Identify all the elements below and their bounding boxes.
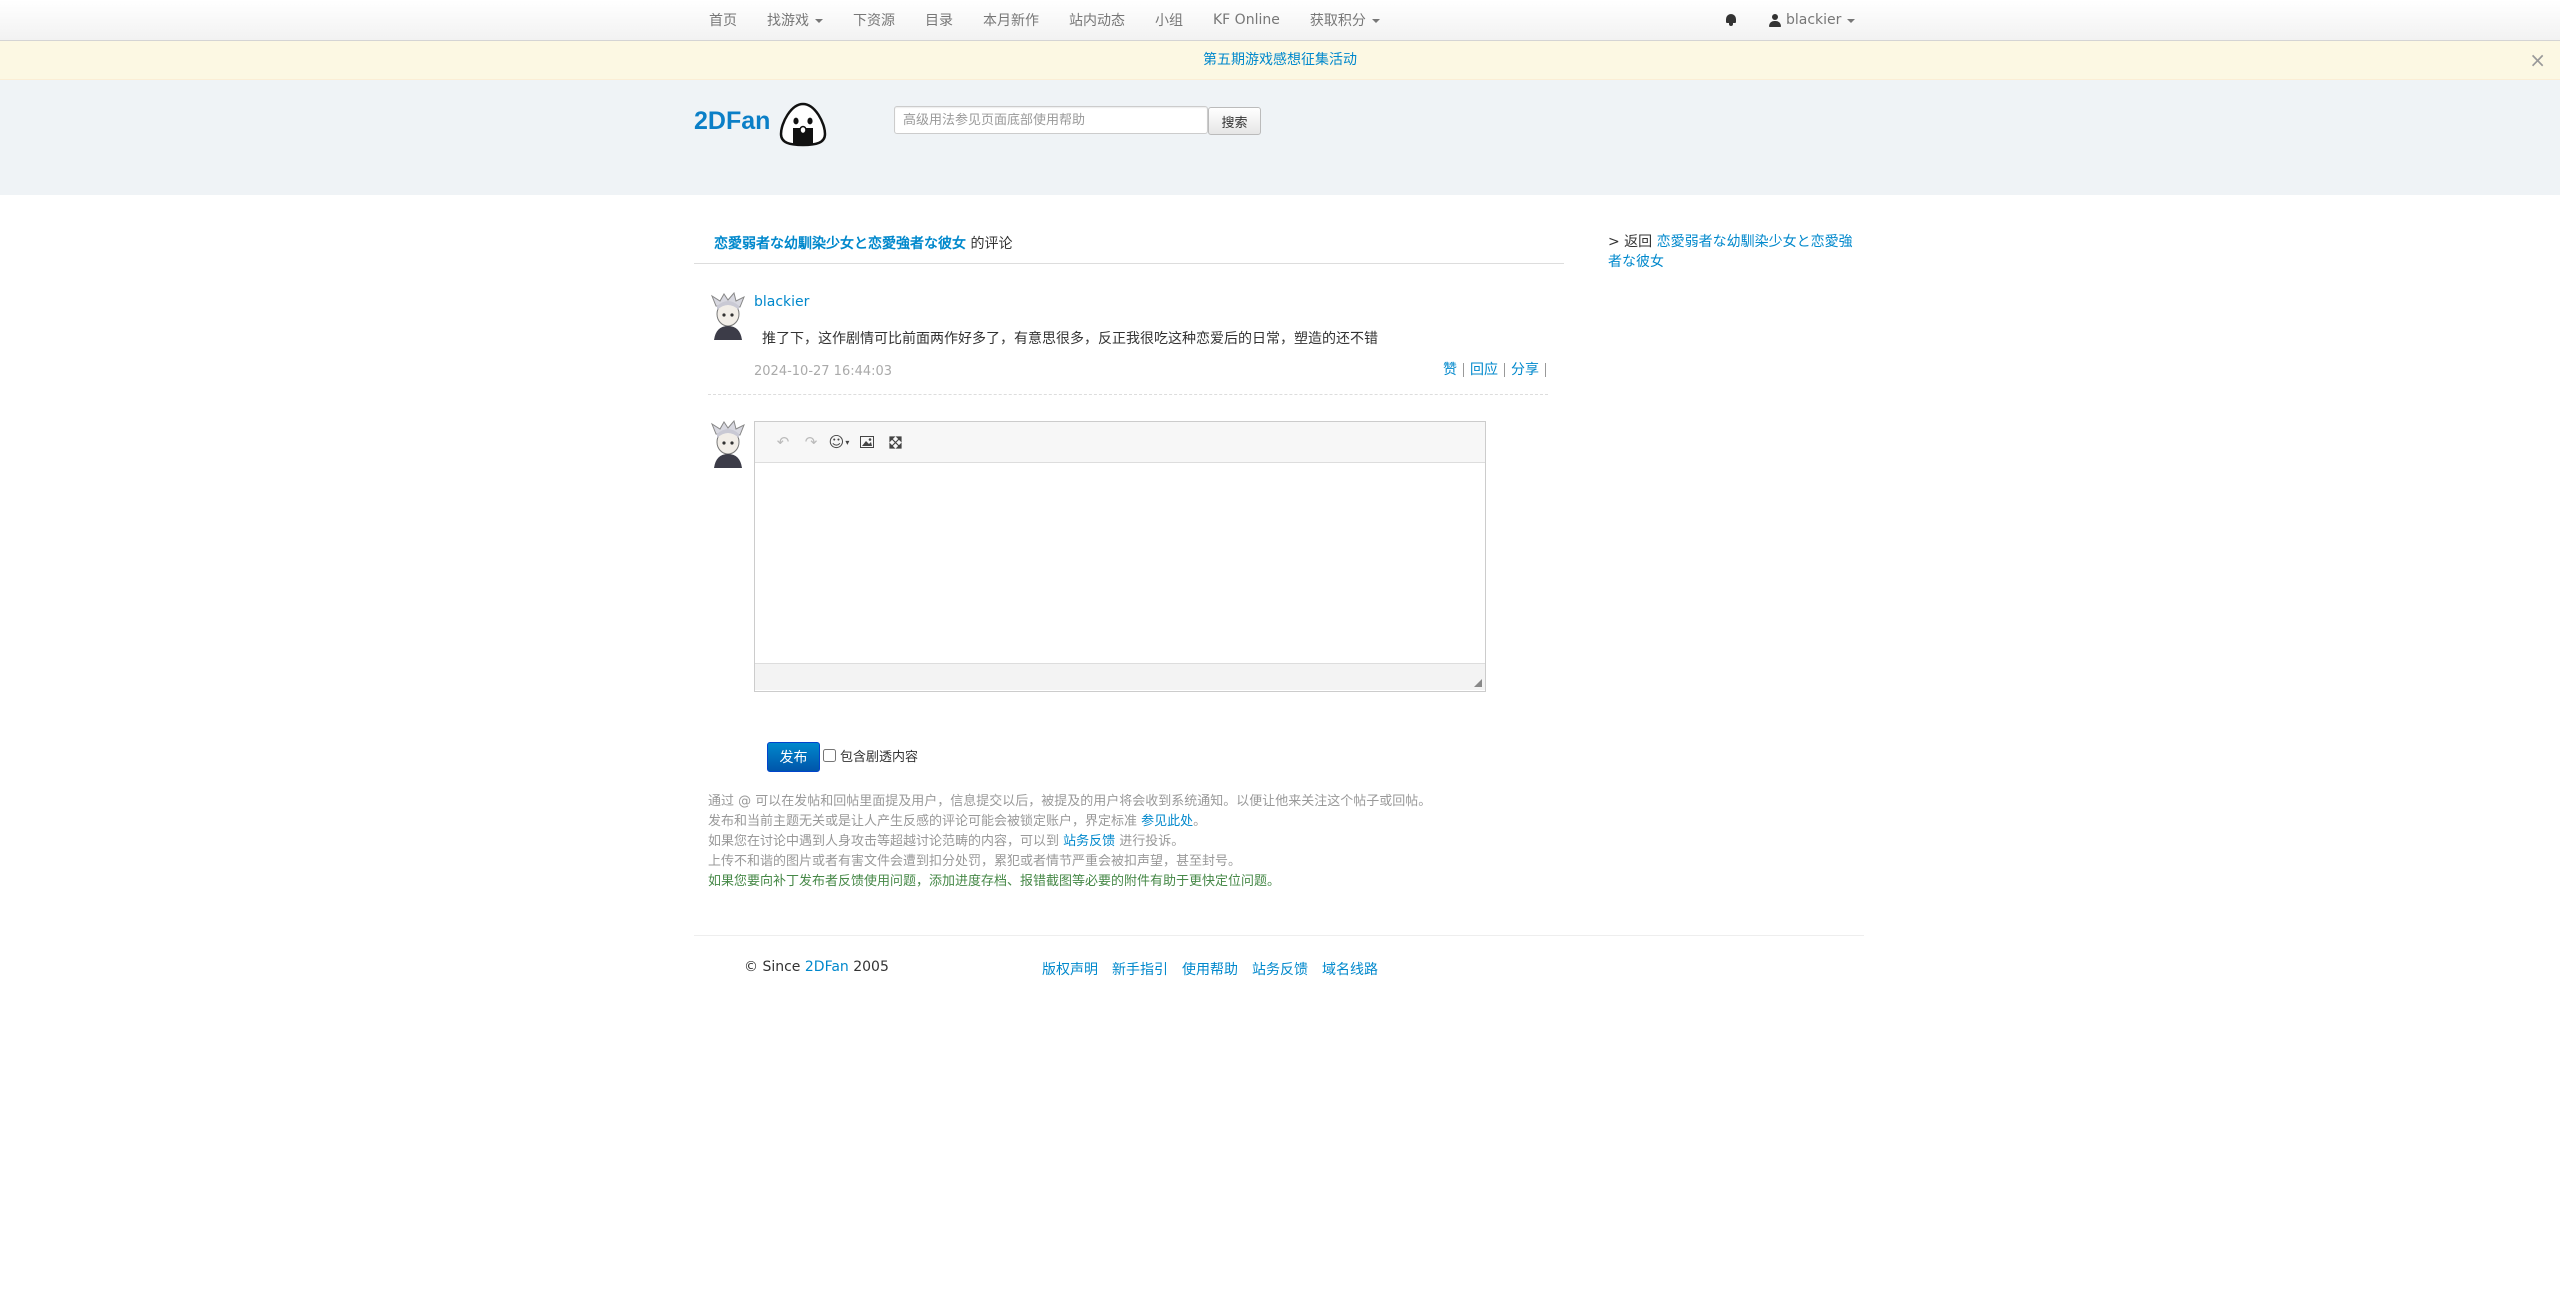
bell-icon bbox=[1725, 14, 1737, 26]
redo-icon[interactable]: ↷ bbox=[797, 430, 825, 454]
nav-label: 小组 bbox=[1155, 13, 1183, 29]
image-icon[interactable] bbox=[853, 430, 881, 454]
spoiler-checkbox[interactable] bbox=[823, 749, 836, 762]
footer-link-feedback[interactable]: 站务反馈 bbox=[1252, 959, 1308, 979]
reply-button[interactable]: 回应 bbox=[1464, 363, 1505, 377]
rule-offtopic: 发布和当前主题无关或是让人产生反感的评论可能会被锁定账户，界定标准 参见此处。 bbox=[708, 812, 1431, 832]
site-header bbox=[0, 80, 2560, 195]
rule-text: 。 bbox=[1193, 814, 1207, 829]
site-logo[interactable]: 2DFan bbox=[694, 107, 770, 136]
nav-item-home[interactable]: 首页 bbox=[694, 0, 752, 40]
nav-label: 获取积分 bbox=[1309, 13, 1366, 29]
notice-link[interactable]: 第五期游戏感想征集活动 bbox=[1203, 52, 1357, 68]
nav-label: 目录 bbox=[925, 13, 953, 29]
footer-divider bbox=[694, 935, 1864, 936]
copyright-text: © Since bbox=[744, 959, 805, 975]
notice-bar: 第五期游戏感想征集活动 × bbox=[0, 41, 2560, 80]
comment-author[interactable]: blackier bbox=[754, 294, 809, 310]
onigiri-mascot-icon bbox=[779, 102, 827, 147]
nav-item-site-activity[interactable]: 站内动态 bbox=[1054, 0, 1140, 40]
comment-text: 推了下，这作剧情可比前面两作好多了，有意思很多，反正我很吃这种恋爱后的日常，塑造… bbox=[762, 331, 1378, 347]
comment-actions: 赞 回应 分享 bbox=[1437, 363, 1546, 377]
publish-button[interactable]: 发布 bbox=[767, 742, 820, 772]
nav-item-earn-points[interactable]: 获取积分 bbox=[1295, 0, 1395, 40]
nav-label: 站内动态 bbox=[1069, 13, 1125, 29]
nav-item-catalog[interactable]: 目录 bbox=[910, 0, 968, 40]
rule-mention: 通过 @ 可以在发帖和回帖里面提及用户，信息提交以后，被提及的用户将会收到系统通… bbox=[708, 794, 1432, 809]
chevron-down-icon bbox=[1371, 19, 1380, 23]
rule-patch-feedback: 如果您要向补丁发布者反馈使用问题，添加进度存档、报错截图等必要的附件有助于更快定… bbox=[708, 874, 1281, 889]
user-icon bbox=[1769, 13, 1781, 27]
rule-text: 如果您在讨论中遇到人身攻击等超越讨论范畴的内容，可以到 bbox=[708, 834, 1064, 849]
nav-label: 本月新作 bbox=[983, 13, 1039, 29]
divider bbox=[708, 394, 1548, 395]
nav-user-area: blackier bbox=[1710, 0, 1870, 40]
footer-links: 版权声明 新手指引 使用帮助 站务反馈 域名线路 bbox=[1042, 959, 1392, 979]
username: blackier bbox=[1786, 12, 1842, 28]
nav-label: 首页 bbox=[709, 13, 737, 29]
nav-label: 下资源 bbox=[853, 13, 895, 29]
back-to-game: > 返回 恋愛弱者な幼馴染少女と恋愛強者な彼女 bbox=[1608, 232, 1854, 272]
rule-uploads: 上传不和谐的图片或者有害文件会遭到扣分处罚，累犯或者情节严重会被扣声望，甚至封号… bbox=[708, 854, 1242, 869]
rules-link[interactable]: 参见此处 bbox=[1141, 814, 1193, 829]
page-title: 恋愛弱者な幼馴染少女と恋愛強者な彼女 的评论 bbox=[694, 226, 1564, 264]
nav-label: KF Online bbox=[1213, 12, 1280, 28]
footer-link-domains[interactable]: 域名线路 bbox=[1322, 959, 1378, 979]
chevron-down-icon bbox=[1847, 19, 1856, 23]
editor-textarea[interactable] bbox=[755, 463, 1485, 663]
nav-label: 找游戏 bbox=[767, 13, 809, 29]
avatar[interactable] bbox=[708, 420, 748, 468]
footer-link-help[interactable]: 使用帮助 bbox=[1182, 959, 1238, 979]
copyright: © Since 2DFan 2005 bbox=[744, 959, 889, 975]
spoiler-option[interactable]: 包含剧透内容 bbox=[823, 746, 918, 765]
resize-handle-icon[interactable] bbox=[1474, 679, 1482, 687]
search-button[interactable]: 搜索 bbox=[1208, 107, 1261, 135]
game-title-link[interactable]: 恋愛弱者な幼馴染少女と恋愛強者な彼女 bbox=[714, 236, 966, 252]
rule-harassment: 如果您在讨论中遇到人身攻击等超越讨论范畴的内容，可以到 站务反馈 进行投诉。 bbox=[708, 832, 1431, 852]
title-suffix: 的评论 bbox=[970, 236, 1013, 252]
undo-icon[interactable]: ↶ bbox=[769, 430, 797, 454]
nav-menu: 首页 找游戏 下资源 目录 本月新作 站内动态 小组 KF Online 获取积… bbox=[694, 0, 1395, 40]
copyright-brand-link[interactable]: 2DFan bbox=[805, 959, 849, 975]
footer-link-copyright[interactable]: 版权声明 bbox=[1042, 959, 1098, 979]
top-navbar: 首页 找游戏 下资源 目录 本月新作 站内动态 小组 KF Online 获取积… bbox=[0, 0, 2560, 41]
reply-editor: ↶ ↷ ☺ ▾ bbox=[754, 421, 1486, 692]
close-icon[interactable]: × bbox=[2529, 41, 2546, 79]
emoticon-icon[interactable]: ☺ ▾ bbox=[825, 430, 853, 454]
copyright-text: 2005 bbox=[848, 959, 889, 975]
nav-item-new-releases[interactable]: 本月新作 bbox=[968, 0, 1054, 40]
like-button[interactable]: 赞 bbox=[1437, 363, 1464, 377]
posting-rules: 通过 @ 可以在发帖和回帖里面提及用户，信息提交以后，被提及的用户将会收到系统通… bbox=[708, 792, 1431, 892]
rule-text: 发布和当前主题无关或是让人产生反感的评论可能会被锁定账户，界定标准 bbox=[708, 814, 1142, 829]
editor-toolbar: ↶ ↷ ☺ ▾ bbox=[755, 422, 1485, 463]
editor-statusbar bbox=[755, 663, 1485, 690]
nav-item-downloads[interactable]: 下资源 bbox=[838, 0, 910, 40]
user-menu[interactable]: blackier bbox=[1754, 0, 1870, 40]
spoiler-label: 包含剧透内容 bbox=[840, 750, 919, 765]
comment-timestamp: 2024-10-27 16:44:03 bbox=[754, 364, 893, 379]
search-input[interactable] bbox=[894, 106, 1208, 134]
back-prefix: > 返回 bbox=[1608, 234, 1657, 250]
fullscreen-icon[interactable] bbox=[881, 430, 909, 454]
nav-item-kf-online[interactable]: KF Online bbox=[1198, 0, 1295, 40]
share-button[interactable]: 分享 bbox=[1505, 363, 1546, 377]
chevron-down-icon bbox=[815, 19, 823, 23]
nav-item-groups[interactable]: 小组 bbox=[1140, 0, 1198, 40]
avatar[interactable] bbox=[708, 292, 748, 340]
rule-text: 进行投诉。 bbox=[1115, 834, 1185, 849]
nav-item-find-games[interactable]: 找游戏 bbox=[752, 0, 838, 40]
feedback-link[interactable]: 站务反馈 bbox=[1063, 834, 1115, 849]
footer-link-guide[interactable]: 新手指引 bbox=[1112, 959, 1168, 979]
notifications-button[interactable] bbox=[1710, 0, 1754, 40]
